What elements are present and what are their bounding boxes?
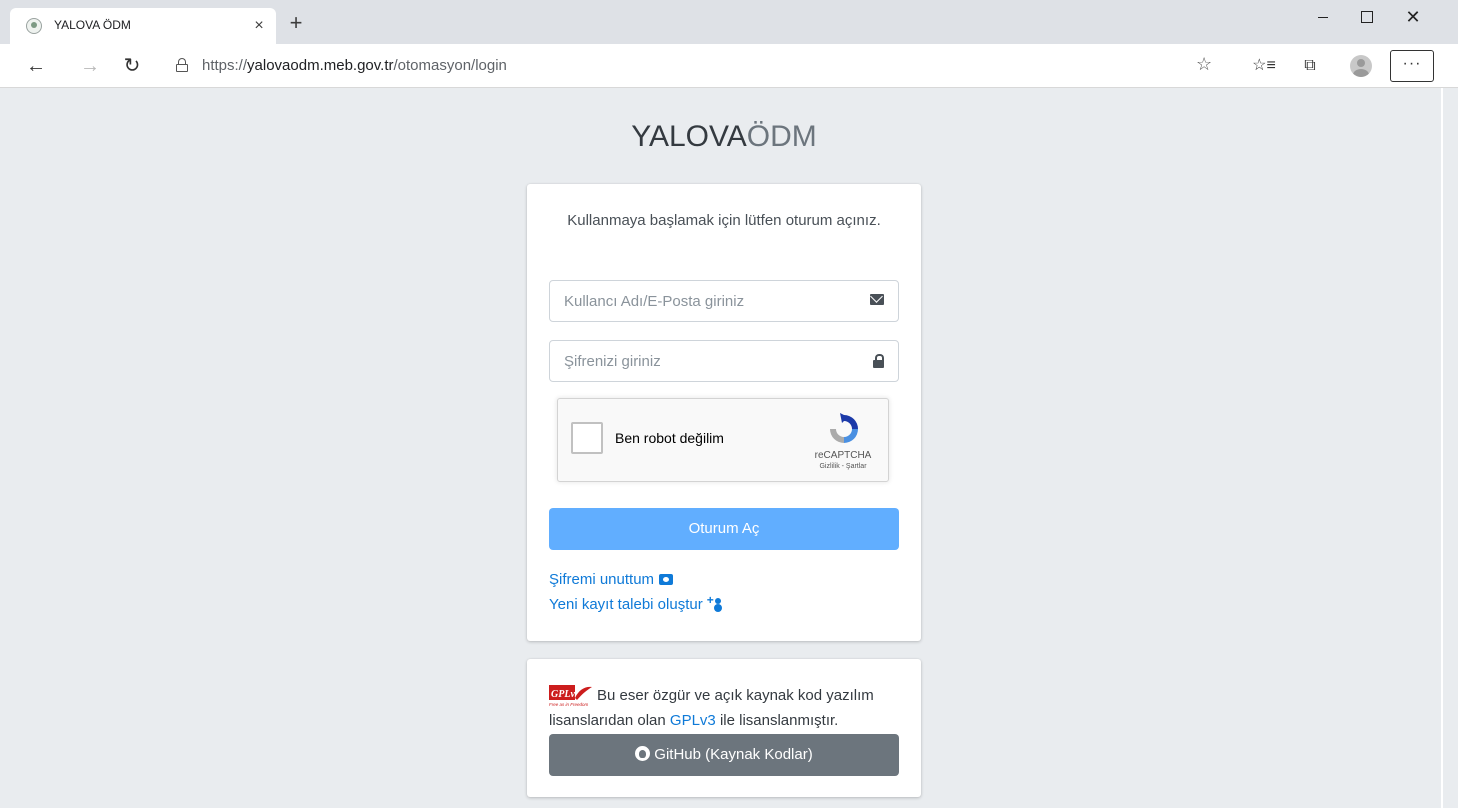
- browser-toolbar: ← → ↻ https://yalovaodm.meb.gov.tr/otoma…: [0, 44, 1458, 88]
- register-request-label: Yeni kayıt talebi oluştur: [549, 596, 703, 613]
- favorites-list-icon[interactable]: ☆≡: [1252, 54, 1276, 78]
- envelope-icon: [870, 294, 884, 305]
- gplv3-link[interactable]: GPLv3: [670, 712, 716, 729]
- browser-tab[interactable]: YALOVA ÖDM ×: [10, 8, 276, 44]
- key-icon: [659, 574, 674, 585]
- close-window-button[interactable]: ✕: [1390, 0, 1436, 34]
- github-button-label: GitHub (Kaynak Kodlar): [654, 746, 813, 763]
- forgot-password-link[interactable]: Şifremi unuttum: [549, 571, 674, 588]
- lock-icon[interactable]: [176, 58, 188, 72]
- window-edge: [1441, 88, 1443, 808]
- password-field[interactable]: [549, 340, 899, 382]
- refresh-button[interactable]: ↻: [116, 50, 148, 82]
- recaptcha-logo-icon: [830, 413, 858, 443]
- brand-strong: YALOVA: [631, 120, 747, 153]
- recaptcha-terms-link[interactable]: Gizlilik - Şartlar: [798, 463, 888, 470]
- maximize-button[interactable]: [1344, 0, 1390, 34]
- minimize-button[interactable]: [1300, 0, 1346, 34]
- license-text: Bu eser özgür ve açık kaynak kod yazılım…: [549, 687, 874, 729]
- login-card: Kullanmaya başlamak için lütfen oturum a…: [527, 184, 921, 641]
- register-request-link[interactable]: Yeni kayıt talebi oluştur: [549, 593, 723, 613]
- forward-button[interactable]: →: [74, 50, 106, 82]
- settings-more-button[interactable]: ···: [1390, 50, 1434, 82]
- new-tab-button[interactable]: +: [284, 12, 308, 36]
- login-submit-button[interactable]: Oturum Aç: [549, 508, 899, 550]
- login-intro-text: Kullanmaya başlamak için lütfen oturum a…: [567, 212, 881, 229]
- password-input[interactable]: [550, 341, 850, 381]
- brand-light: ÖDM: [746, 120, 817, 153]
- tab-close-icon[interactable]: ×: [248, 15, 270, 37]
- recaptcha-checkbox[interactable]: [571, 422, 603, 454]
- favorite-star-icon[interactable]: ☆: [1196, 54, 1212, 75]
- license-card: GPLv3 Free as in Freedom Bu eser özgür v…: [527, 659, 921, 797]
- url-host: yalovaodm.meb.gov.tr: [247, 57, 394, 74]
- github-icon: [635, 746, 651, 761]
- username-input[interactable]: [550, 281, 850, 321]
- tab-title: YALOVA ÖDM: [54, 18, 131, 32]
- collections-icon[interactable]: ⧉: [1298, 54, 1322, 78]
- username-field[interactable]: [549, 280, 899, 322]
- recaptcha-brand: reCAPTCHA: [814, 450, 872, 461]
- profile-avatar-icon[interactable]: [1350, 55, 1372, 77]
- recaptcha-label: Ben robot değilim: [615, 430, 724, 446]
- url-text[interactable]: https://yalovaodm.meb.gov.tr/otomasyon/l…: [202, 57, 507, 74]
- padlock-icon: [873, 354, 884, 368]
- browser-titlebar: YALOVA ÖDM × + ✕: [0, 0, 1458, 44]
- github-source-button[interactable]: GitHub (Kaynak Kodlar): [549, 734, 899, 776]
- site-favicon-icon: [26, 18, 42, 34]
- address-bar[interactable]: https://yalovaodm.meb.gov.tr/otomasyon/l…: [160, 52, 1236, 80]
- site-brand[interactable]: YALOVAÖDM: [527, 120, 921, 154]
- back-button[interactable]: ←: [20, 50, 52, 82]
- user-plus-icon: [707, 593, 723, 610]
- forgot-password-label: Şifremi unuttum: [549, 571, 655, 588]
- recaptcha-widget: Ben robot değilim reCAPTCHA Gizlilik - Ş…: [557, 398, 889, 482]
